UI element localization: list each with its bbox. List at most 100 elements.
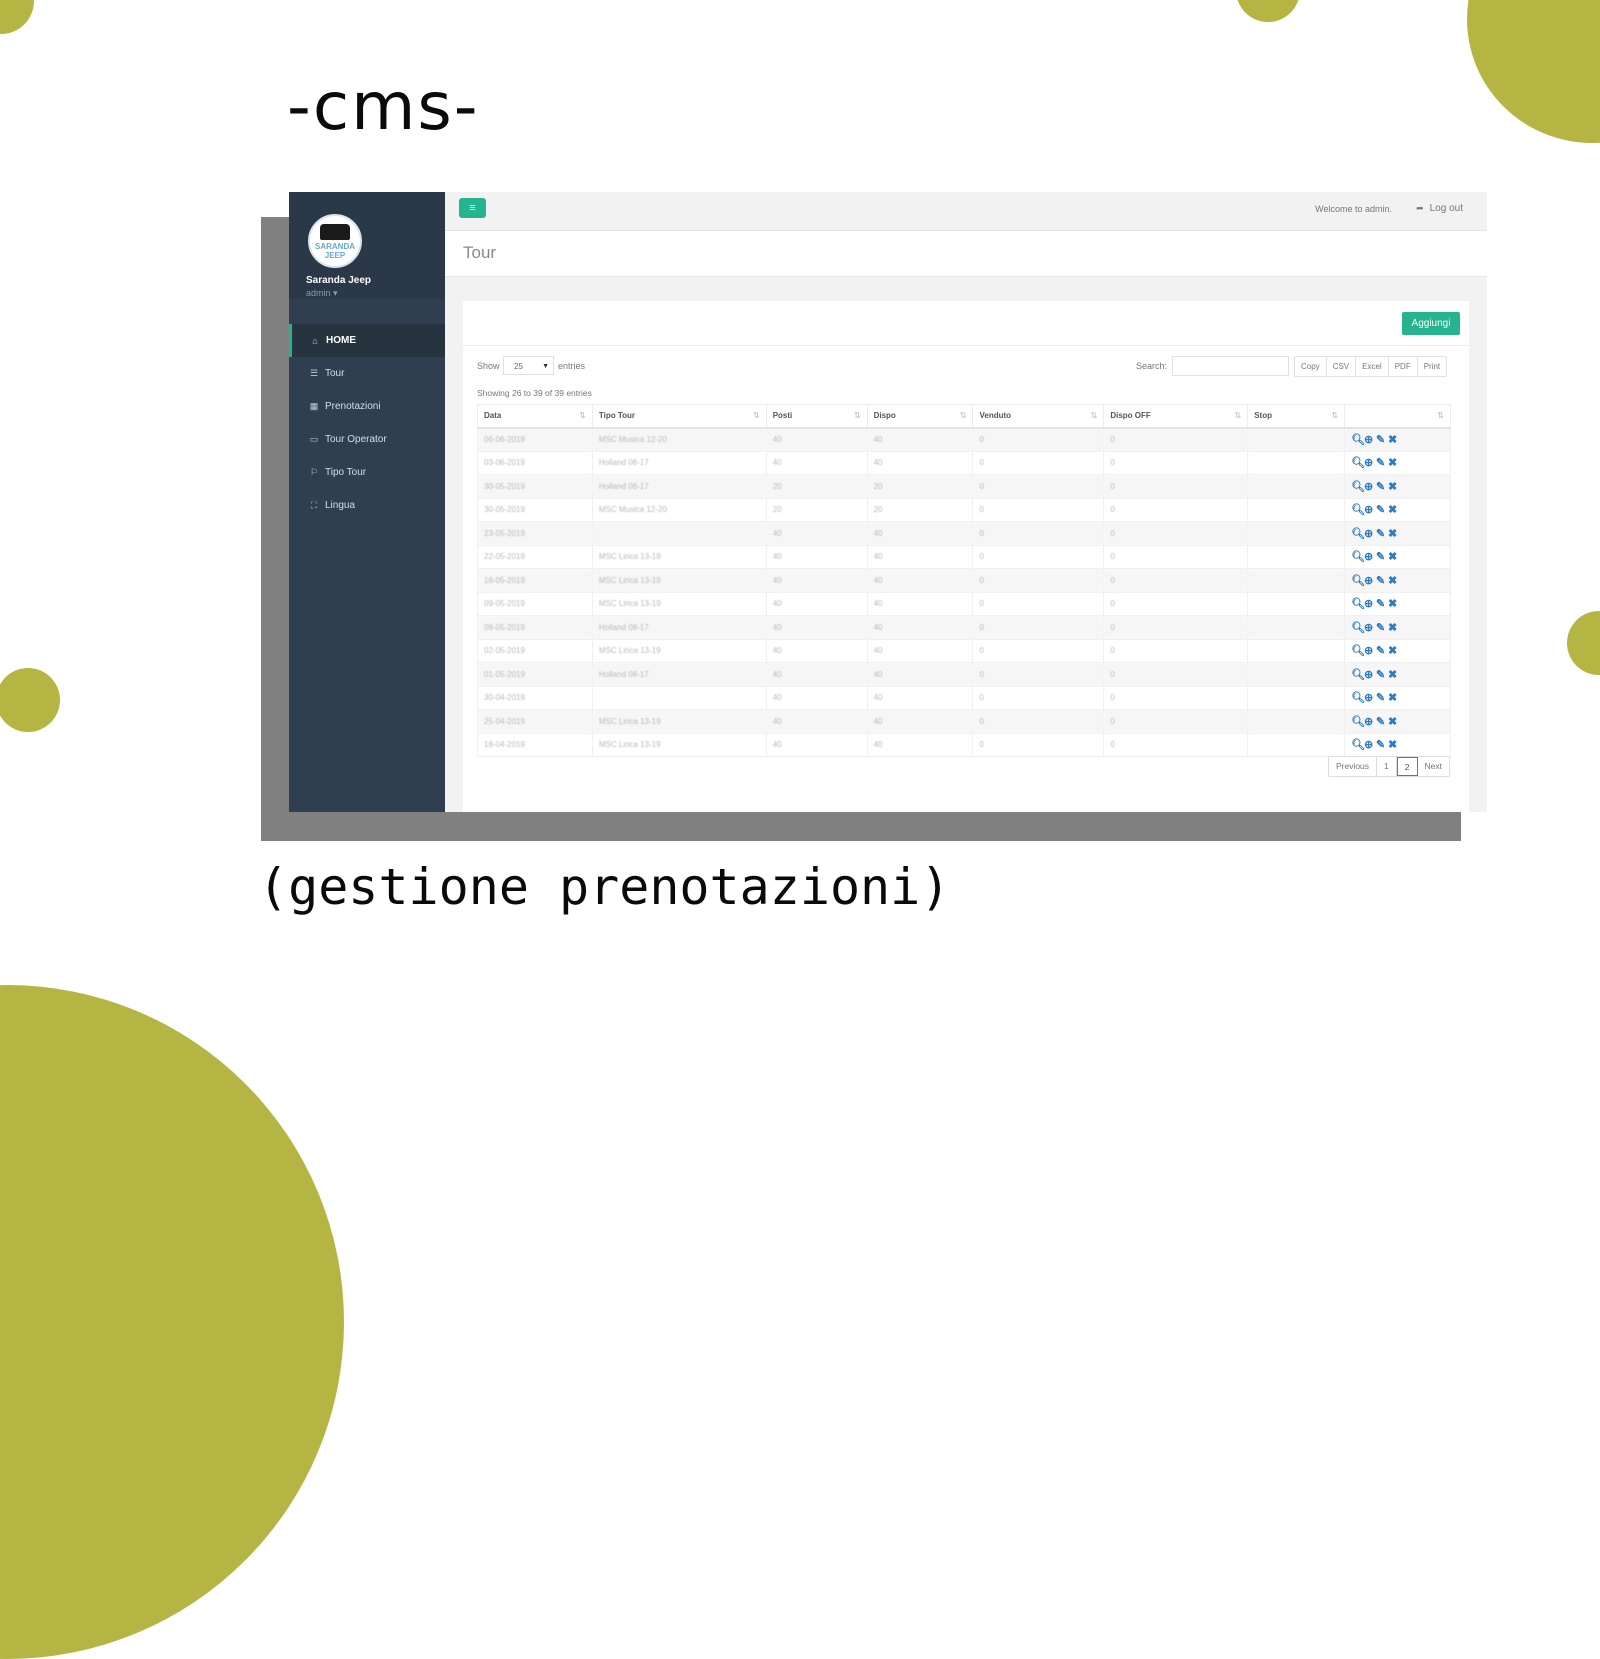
delete-icon[interactable]: ✖ — [1387, 597, 1399, 610]
add-icon[interactable]: ⊕ — [1363, 621, 1375, 634]
delete-icon[interactable]: ✖ — [1387, 433, 1399, 446]
menu-toggle-button[interactable]: ≡ — [459, 198, 486, 218]
export-copy-button[interactable]: Copy — [1295, 357, 1327, 376]
view-icon[interactable]: 🔍︎ — [1351, 550, 1365, 563]
delete-icon[interactable]: ✖ — [1387, 691, 1399, 704]
add-icon[interactable]: ⊕ — [1363, 503, 1375, 516]
sidebar-item-tipo-tour[interactable]: ⚐ Tipo Tour — [289, 456, 445, 489]
view-icon[interactable]: 🔍︎ — [1351, 621, 1365, 634]
add-icon[interactable]: ⊕ — [1363, 668, 1375, 681]
profile-role-dropdown[interactable]: admin ▾ — [306, 288, 338, 299]
delete-icon[interactable]: ✖ — [1387, 527, 1399, 540]
view-icon[interactable]: 🔍︎ — [1351, 668, 1365, 681]
add-icon[interactable]: ⊕ — [1363, 527, 1375, 540]
add-icon[interactable]: ⊕ — [1363, 597, 1375, 610]
edit-icon[interactable]: ✎ — [1375, 644, 1387, 657]
view-icon[interactable]: 🔍︎ — [1351, 433, 1365, 446]
sidebar-item-lingua[interactable]: ⛶ Lingua — [289, 489, 445, 522]
column-header-actions[interactable]: ⇅ — [1344, 404, 1451, 429]
add-icon[interactable]: ⊕ — [1363, 433, 1375, 446]
sidebar-item-tour[interactable]: ☰ Tour — [289, 357, 445, 390]
export-print-button[interactable]: Print — [1418, 357, 1446, 376]
delete-icon[interactable]: ✖ — [1387, 574, 1399, 587]
add-icon[interactable]: ⊕ — [1363, 550, 1375, 563]
column-header-data[interactable]: Data ⇅ — [477, 404, 593, 429]
edit-icon[interactable]: ✎ — [1375, 621, 1387, 634]
edit-icon[interactable]: ✎ — [1375, 527, 1387, 540]
page-title: Tour — [463, 243, 497, 262]
add-icon[interactable]: ⊕ — [1363, 738, 1375, 751]
add-icon[interactable]: ⊕ — [1363, 644, 1375, 657]
sold-cell: 0 — [972, 427, 1105, 452]
add-icon[interactable]: ⊕ — [1363, 715, 1375, 728]
page-length-select[interactable]: 25 ▼ — [503, 356, 554, 375]
sidebar-item-tour-operator[interactable]: ▭ Tour Operator — [289, 423, 445, 456]
column-header-dispo[interactable]: Dispo ⇅ — [866, 404, 974, 429]
column-header-posti[interactable]: Posti ⇅ — [765, 404, 868, 429]
sidebar-item-prenotazioni[interactable]: ▦ Prenotazioni — [289, 390, 445, 423]
export-pdf-button[interactable]: PDF — [1389, 357, 1418, 376]
view-icon[interactable]: 🔍︎ — [1351, 691, 1365, 704]
sidebar-item-home[interactable]: ⌂ HOME — [289, 324, 445, 357]
export-excel-button[interactable]: Excel — [1356, 357, 1389, 376]
topbar: ≡ Welcome to admin. ➦ Log out — [445, 192, 1487, 231]
available-off-cell: 0 — [1103, 732, 1249, 757]
delete-icon[interactable]: ✖ — [1387, 503, 1399, 516]
previous-page-button[interactable]: Previous — [1329, 757, 1378, 776]
logout-link[interactable]: ➦ Log out — [1416, 203, 1463, 214]
available-off-cell: 0 — [1103, 662, 1249, 687]
next-page-button[interactable]: Next — [1418, 757, 1449, 776]
delete-icon[interactable]: ✖ — [1387, 480, 1399, 493]
calendar-icon: ▦ — [309, 401, 319, 411]
column-header-tipo-tour[interactable]: Tipo Tour ⇅ — [591, 404, 767, 429]
edit-icon[interactable]: ✎ — [1375, 503, 1387, 516]
view-icon[interactable]: 🔍︎ — [1351, 456, 1365, 469]
sold-cell: 0 — [972, 591, 1105, 616]
decor-circle — [1567, 611, 1600, 675]
edit-icon[interactable]: ✎ — [1375, 574, 1387, 587]
add-icon[interactable]: ⊕ — [1363, 456, 1375, 469]
tour-type-cell — [591, 521, 767, 546]
stop-cell — [1247, 450, 1346, 475]
edit-icon[interactable]: ✎ — [1375, 715, 1387, 728]
search-input[interactable] — [1172, 356, 1289, 376]
view-icon[interactable]: 🔍︎ — [1351, 527, 1365, 540]
column-label: Dispo — [873, 411, 896, 421]
add-icon[interactable]: ⊕ — [1363, 480, 1375, 493]
edit-icon[interactable]: ✎ — [1375, 550, 1387, 563]
delete-icon[interactable]: ✖ — [1387, 550, 1399, 563]
delete-icon[interactable]: ✖ — [1387, 456, 1399, 469]
view-icon[interactable]: 🔍︎ — [1351, 738, 1365, 751]
edit-icon[interactable]: ✎ — [1375, 668, 1387, 681]
page-button-2[interactable]: 2 — [1396, 757, 1418, 776]
page-button-1[interactable]: 1 — [1377, 757, 1397, 776]
column-header-stop[interactable]: Stop ⇅ — [1247, 404, 1346, 429]
column-header-venduto[interactable]: Venduto ⇅ — [972, 404, 1105, 429]
add-button[interactable]: Aggiungi — [1402, 312, 1460, 335]
delete-icon[interactable]: ✖ — [1387, 621, 1399, 634]
view-icon[interactable]: 🔍︎ — [1351, 715, 1365, 728]
view-icon[interactable]: 🔍︎ — [1351, 503, 1365, 516]
view-icon[interactable]: 🔍︎ — [1351, 480, 1365, 493]
view-icon[interactable]: 🔍︎ — [1351, 597, 1365, 610]
add-icon[interactable]: ⊕ — [1363, 691, 1375, 704]
date-cell: 30-05-2019 — [477, 497, 593, 522]
column-header-dispo-off[interactable]: Dispo OFF ⇅ — [1103, 404, 1249, 429]
delete-icon[interactable]: ✖ — [1387, 738, 1399, 751]
edit-icon[interactable]: ✎ — [1375, 691, 1387, 704]
view-icon[interactable]: 🔍︎ — [1351, 574, 1365, 587]
delete-icon[interactable]: ✖ — [1387, 715, 1399, 728]
export-csv-button[interactable]: CSV — [1327, 357, 1357, 376]
edit-icon[interactable]: ✎ — [1375, 456, 1387, 469]
edit-icon[interactable]: ✎ — [1375, 597, 1387, 610]
edit-icon[interactable]: ✎ — [1375, 738, 1387, 751]
delete-icon[interactable]: ✖ — [1387, 644, 1399, 657]
tour-type-cell: Holland 08-17 — [591, 662, 767, 687]
view-icon[interactable]: 🔍︎ — [1351, 644, 1365, 657]
sold-cell: 0 — [972, 662, 1105, 687]
edit-icon[interactable]: ✎ — [1375, 433, 1387, 446]
delete-icon[interactable]: ✖ — [1387, 668, 1399, 681]
add-icon[interactable]: ⊕ — [1363, 574, 1375, 587]
decor-circle — [0, 0, 34, 34]
edit-icon[interactable]: ✎ — [1375, 480, 1387, 493]
